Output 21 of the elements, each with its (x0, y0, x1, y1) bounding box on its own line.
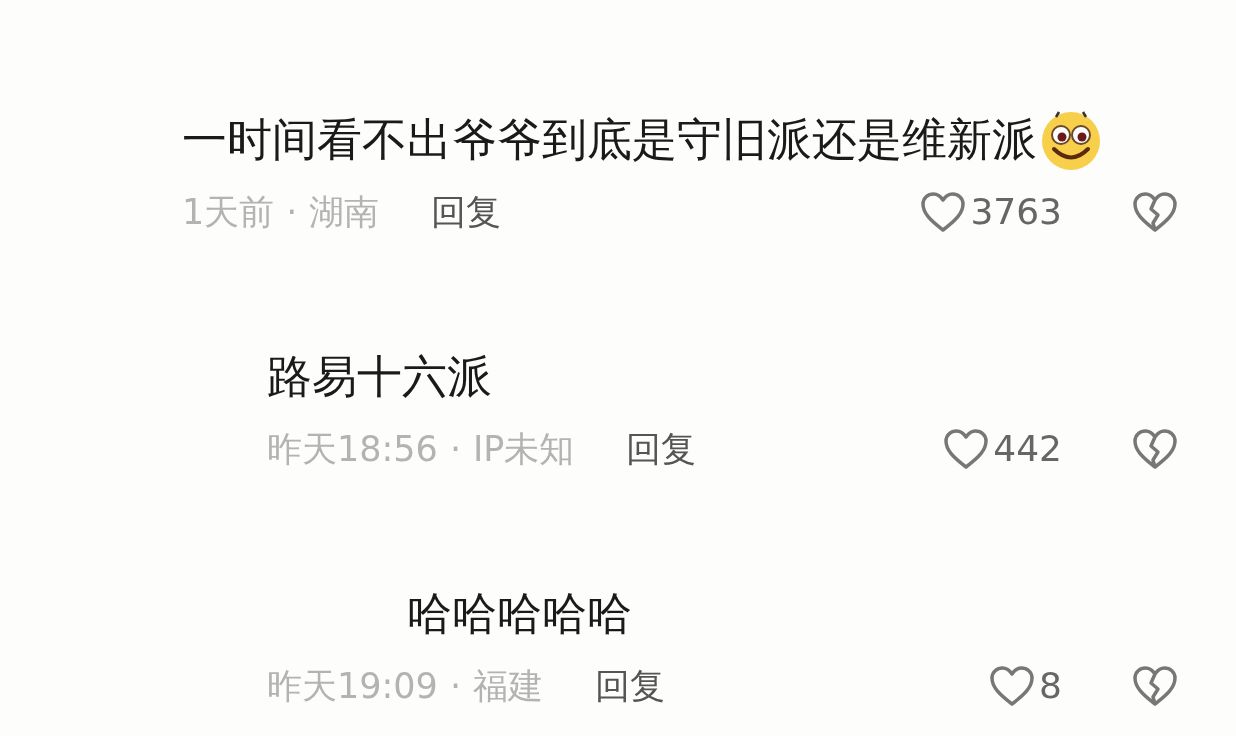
like-count: 3763 (970, 190, 1062, 234)
separator-dot: · (286, 190, 298, 234)
comment-text: 路易十六派 (267, 351, 492, 403)
reply-link[interactable]: 回复 (626, 422, 697, 476)
like-count: 8 (1039, 664, 1062, 708)
comment-location: IP未知 (473, 427, 575, 471)
comment-time: 昨天18:56 (267, 427, 438, 471)
comment-time: 昨天19:09 (267, 664, 438, 708)
reply-link[interactable]: 回复 (595, 659, 665, 713)
reply-link[interactable]: 回复 (431, 185, 502, 239)
comment-time: 1天前 (182, 190, 275, 234)
heart-icon[interactable] (943, 428, 990, 470)
separator-dot: · (449, 664, 461, 708)
comment-location: 福建 (473, 664, 543, 708)
like-count: 442 (993, 427, 1062, 471)
comment-location: 湖南 (309, 190, 380, 234)
comment-text: 一时间看不出爷爷到底是守旧派还是维新派 (182, 114, 1037, 166)
separator-dot: · (449, 427, 461, 471)
comment-text: 哈哈哈哈哈 (407, 588, 632, 640)
heart-icon[interactable] (989, 665, 1036, 707)
heart-icon[interactable] (920, 191, 967, 233)
